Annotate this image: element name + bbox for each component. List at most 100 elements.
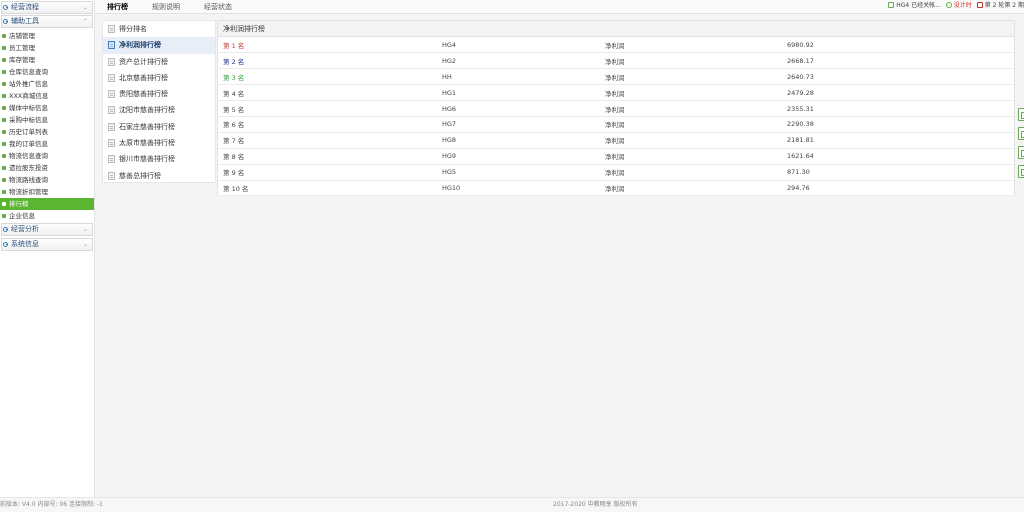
ranking-list: 得分排名 净利润排行榜 资产总计排行榜 北京慈善排行榜 贵阳慈善排行榜 沈阳市慈… [102,20,216,183]
ranking-table-panel: 净利润排行榜 第 1 名 HG4 净利润 6980.92 第 2 名 HG2 净利润 2668… [217,20,1015,197]
sidebar-item-shop[interactable]: 店铺管理 [0,30,94,42]
sidebar-item-logistics-query[interactable]: 物流信息查询 [0,150,94,162]
side-tool-button[interactable] [1018,146,1024,159]
sidebar-item-label: XXX商城信息 [9,92,49,100]
sidebar-section-system[interactable]: 系统信息 ⌄ [1,238,93,251]
sidebar-item-inventory[interactable]: 库存管理 [0,54,94,66]
status-message[interactable]: HG4 已经关帐... [896,2,941,9]
sidebar-item-company-info[interactable]: 企业信息 [0,210,94,222]
metric-cell: 净利润 [605,116,787,133]
metric-cell: 净利润 [605,37,787,54]
rank-item-label: 北京慈善排行榜 [119,73,168,82]
calendar-icon [976,2,983,8]
value-cell: 2479.28 [787,84,1014,102]
menu-bullet-icon [2,46,6,50]
version-info: 前版本: V4.0 内部号: 06 连接限制: -1 [0,501,103,508]
rank-item-taiyuan-charity[interactable]: 太原市慈善排行榜 [103,135,215,151]
menu-bullet-icon [2,190,6,194]
rank-item-yinchuan-charity[interactable]: 银川市慈善排行榜 [103,151,215,167]
rank-item-shenyang-charity[interactable]: 沈阳市慈善排行榜 [103,102,215,118]
rank-item-label: 净利润排行榜 [119,41,161,50]
rank-item-score[interactable]: 得分排名 [103,21,215,37]
rank-cell: 第 4 名 [218,84,442,102]
document-icon [108,73,115,82]
metric-cell: 净利润 [605,68,787,86]
rank-item-charity-total[interactable]: 慈善总排行榜 [103,168,215,184]
table-row: 第 9 名 HG5 净利润 871.30 [218,164,1014,181]
tab-business-status[interactable]: 经营状态 [204,0,232,14]
menu-bullet-icon [2,94,6,98]
sidebar-item-label: 采购中标信息 [9,116,48,124]
chevron-down-icon: ⌄ [82,4,88,11]
footer: 前版本: V4.0 内部号: 06 连接限制: -1 2017-2020 中教畅… [0,497,1024,512]
sidebar-item-staff[interactable]: 员工管理 [0,42,94,54]
sidebar-section-label: 辅助工具 [11,17,39,25]
rank-item-guiyang-charity[interactable]: 贵阳慈善排行榜 [103,86,215,102]
rank-item-beijing-charity[interactable]: 北京慈善排行榜 [103,70,215,86]
table-row: 第 6 名 HG7 净利润 2290.38 [218,116,1014,133]
sidebar-item-purchase-bid[interactable]: 采购中标信息 [0,114,94,126]
menu-bullet-icon [2,214,6,218]
menu-bullet-icon [2,118,6,122]
team-cell: HG5 [442,164,605,181]
document-icon [108,106,115,115]
sidebar-item-logistics-route[interactable]: 物流路线查询 [0,174,94,186]
team-cell: HG6 [442,100,605,117]
menu-bullet-icon [2,70,6,74]
expand-icon [3,19,8,24]
rank-item-shijiazhuang-charity[interactable]: 石家庄慈善排行榜 [103,119,215,135]
sidebar-item-label: 物流折扣管理 [9,188,48,196]
value-cell: 1621.64 [787,148,1014,165]
team-cell: HG9 [442,148,605,165]
sidebar-item-mall[interactable]: XXX商城信息 [0,90,94,102]
tab-rules[interactable]: 规则说明 [152,0,180,14]
sidebar-item-investment[interactable]: 遗拉股东投资 [0,162,94,174]
sidebar-section-label: 经营流程 [11,3,39,11]
menu-bullet-icon [2,106,6,110]
sidebar-item-my-orders[interactable]: 我的订单信息 [0,138,94,150]
value-cell: 2640.73 [787,68,1014,86]
team-cell: HG7 [442,116,605,133]
metric-cell: 净利润 [605,148,787,165]
rank-item-label: 贵阳慈善排行榜 [119,90,168,99]
rank-item-net-profit[interactable]: 净利润排行榜 [103,37,215,54]
value-cell: 2668.17 [787,52,1014,70]
timer-status: 没计时 [953,2,972,9]
sidebar-item-media-bid[interactable]: 媒体中标信息 [0,102,94,114]
team-cell: HH [442,68,605,86]
sidebar-section-analysis[interactable]: 经营分析 ⌄ [1,223,93,236]
menu-bullet-icon [2,82,6,86]
metric-cell: 净利润 [605,52,787,70]
chevron-down-icon: ⌄ [82,226,88,233]
side-tool-button[interactable] [1018,165,1024,178]
metric-cell: 净利润 [605,164,787,181]
sidebar-item-order-history[interactable]: 历史订单列表 [0,126,94,138]
document-icon [108,155,115,164]
side-tool-button[interactable] [1018,108,1024,121]
metric-cell: 净利润 [605,132,787,149]
sidebar-item-warehouse[interactable]: 仓库信息查询 [0,66,94,78]
sidebar-item-label: 物流路线查询 [9,176,48,184]
team-cell: HG1 [442,84,605,102]
sidebar-item-label: 店铺管理 [9,32,35,40]
rank-item-total-assets[interactable]: 资产总计排行榜 [103,54,215,70]
rank-item-label: 沈阳市慈善排行榜 [119,106,175,115]
team-cell: HG4 [442,37,605,54]
document-icon [108,90,115,99]
sidebar-item-label: 员工管理 [9,44,35,52]
document-icon [108,171,115,180]
tab-leaderboard[interactable]: 排行榜 [107,0,128,14]
sidebar-item-leaderboard[interactable]: 排行榜 [0,198,94,210]
document-icon [108,25,115,33]
notice-icon [888,2,895,8]
metric-cell: 净利润 [605,84,787,102]
expand-icon [3,227,8,232]
side-tool-button[interactable] [1018,127,1024,140]
expand-icon [3,5,8,10]
sidebar-item-promotion[interactable]: 站外推广信息 [0,78,94,90]
sidebar-item-logistics-discount[interactable]: 物流折扣管理 [0,186,94,198]
table-title: 净利润排行榜 [218,21,1014,37]
sidebar-section-business-flow[interactable]: 经营流程 ⌄ [1,1,93,14]
sidebar-section-tools[interactable]: 辅助工具 ⌃ [1,15,93,28]
menu-bullet-icon [2,178,6,182]
